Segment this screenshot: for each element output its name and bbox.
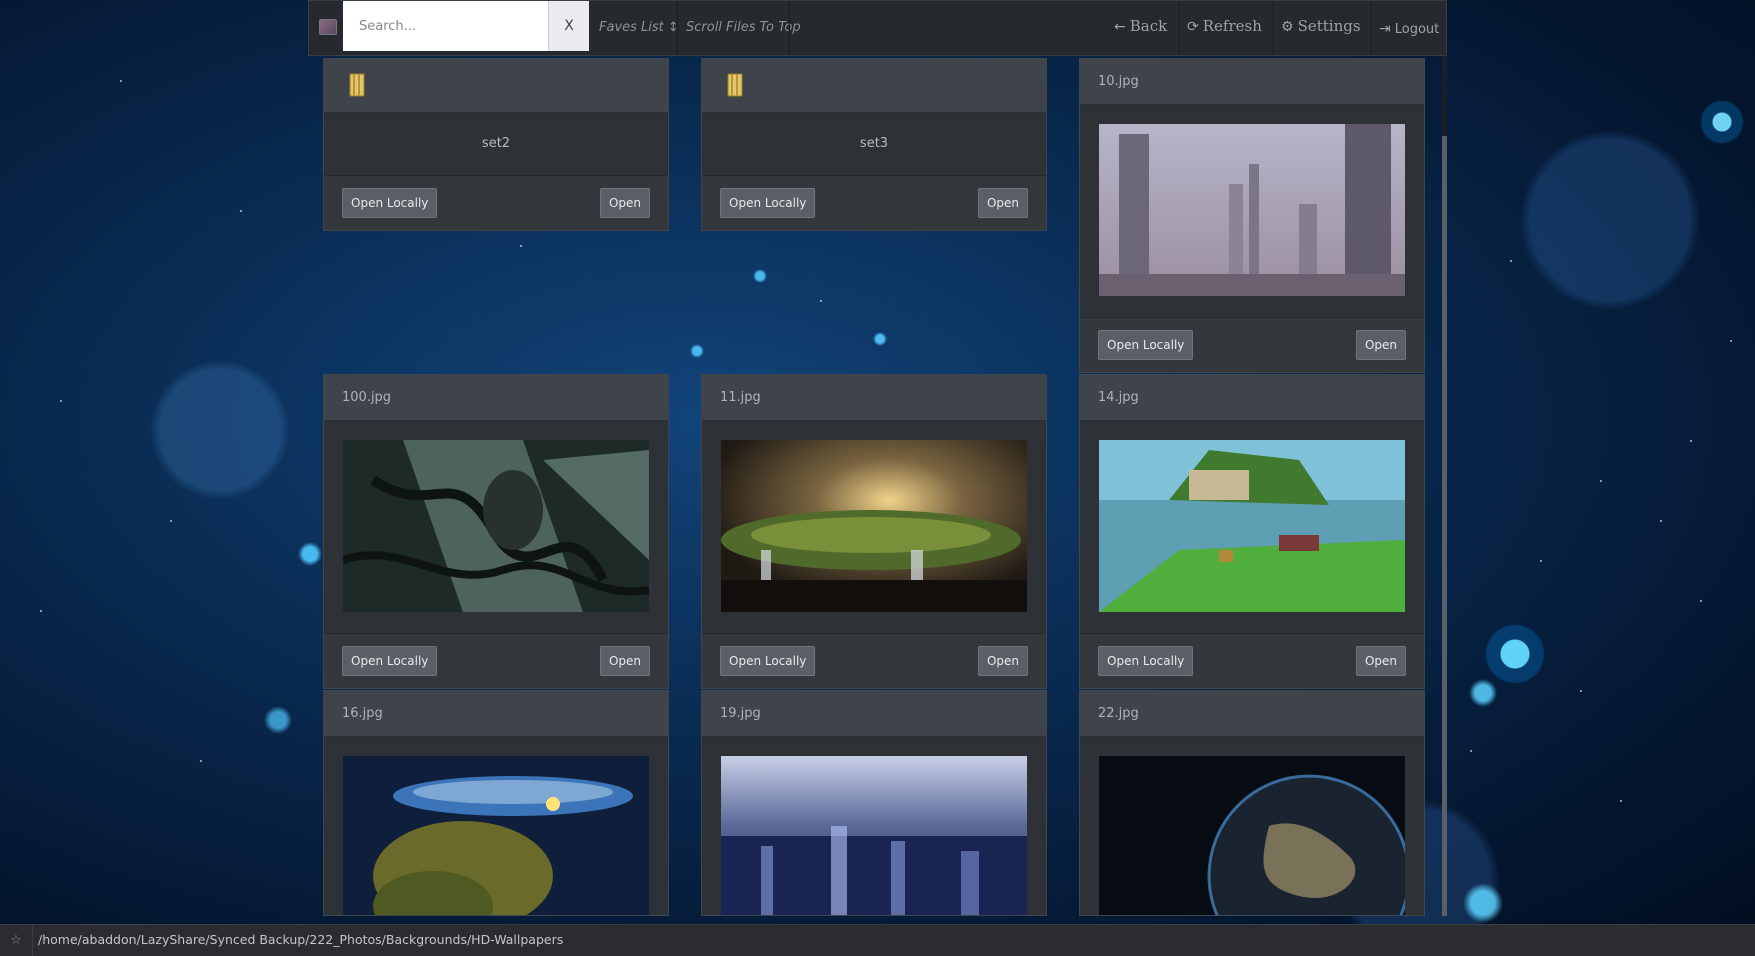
card-header: 16.jpg <box>324 691 668 737</box>
open-locally-button[interactable]: Open Locally <box>720 646 816 676</box>
folder-name: set2 <box>324 113 668 176</box>
thumbnail-image[interactable] <box>1099 440 1405 612</box>
thumbnail-image[interactable] <box>721 756 1027 916</box>
folder-name: set3 <box>702 113 1046 176</box>
card-footer: Open Locally Open <box>1080 318 1424 372</box>
card-header: 22.jpg <box>1080 691 1424 737</box>
status-bar: ☆ /home/abaddon/LazyShare/Synced Backup/… <box>0 924 1755 956</box>
open-button[interactable]: Open <box>599 646 650 676</box>
image-card[interactable]: 11.jpg Open Locally Open <box>701 374 1047 689</box>
app-logo-icon[interactable] <box>319 19 337 35</box>
thumbnail-image[interactable] <box>343 440 649 612</box>
image-card[interactable]: 22.jpg <box>1079 690 1425 916</box>
open-button[interactable]: Open <box>1355 646 1406 676</box>
faves-list-toggle[interactable]: Faves List ↕ <box>599 1 679 55</box>
open-locally-button[interactable]: Open Locally <box>1098 646 1194 676</box>
thumbnail-image[interactable] <box>721 440 1027 612</box>
thumbnail-image[interactable] <box>1099 124 1405 296</box>
current-path: /home/abaddon/LazyShare/Synced Backup/22… <box>38 932 564 947</box>
open-button[interactable]: Open <box>977 646 1028 676</box>
settings-button[interactable]: ⚙ Settings <box>1281 1 1361 51</box>
page-scrollbar[interactable] <box>1442 56 1447 916</box>
open-locally-button[interactable]: Open Locally <box>342 646 438 676</box>
card-body <box>324 421 668 634</box>
arrow-left-icon: ← <box>1114 19 1126 35</box>
card-footer: Open Locally Open <box>1080 634 1424 688</box>
card-header: 10.jpg <box>1080 59 1424 105</box>
open-button[interactable]: Open <box>1355 330 1406 360</box>
scrollbar-thumb[interactable] <box>1442 136 1447 916</box>
refresh-button[interactable]: ⟳ Refresh <box>1187 1 1262 51</box>
nav-divider <box>789 1 790 55</box>
open-locally-button[interactable]: Open Locally <box>1098 330 1194 360</box>
card-header: 14.jpg <box>1080 375 1424 421</box>
open-button[interactable]: Open <box>977 188 1028 218</box>
nav-divider <box>1273 1 1274 55</box>
image-card[interactable]: 10.jpg Open Locally Open <box>1079 58 1425 373</box>
card-footer: Open Locally Open <box>324 634 668 688</box>
open-locally-button[interactable]: Open Locally <box>720 188 816 218</box>
card-body <box>1080 737 1424 916</box>
open-locally-button[interactable]: Open Locally <box>342 188 438 218</box>
logout-button[interactable]: ⇥ Logout <box>1379 4 1439 54</box>
card-footer: Open Locally Open <box>702 176 1046 230</box>
top-navbar: X Faves List ↕ Scroll Files To Top ←Back… <box>308 0 1447 56</box>
image-card[interactable]: 16.jpg <box>323 690 669 916</box>
image-card[interactable]: 14.jpg Open Locally Open <box>1079 374 1425 689</box>
card-footer: Open Locally Open <box>324 176 668 230</box>
search-input[interactable] <box>343 1 548 51</box>
card-header <box>702 59 1046 113</box>
folder-icon <box>727 73 743 97</box>
thumbnail-image[interactable] <box>1099 756 1405 916</box>
card-body <box>1080 421 1424 634</box>
gear-icon: ⚙ <box>1281 19 1294 35</box>
nav-divider <box>1371 1 1372 55</box>
refresh-icon: ⟳ <box>1187 19 1199 35</box>
image-card[interactable]: 19.jpg <box>701 690 1047 916</box>
folder-icon <box>349 73 365 97</box>
scroll-files-to-top-button[interactable]: Scroll Files To Top <box>686 1 801 55</box>
open-button[interactable]: Open <box>599 188 650 218</box>
card-header <box>324 59 668 113</box>
card-body <box>1080 105 1424 318</box>
card-header: 100.jpg <box>324 375 668 421</box>
card-header: 11.jpg <box>702 375 1046 421</box>
card-body <box>702 421 1046 634</box>
back-button[interactable]: ← Back <box>1114 1 1167 51</box>
logout-icon: ⇥ <box>1379 21 1391 37</box>
nav-divider <box>1179 1 1180 55</box>
card-footer: Open Locally Open <box>702 634 1046 688</box>
nav-divider <box>677 1 678 55</box>
image-card[interactable]: 100.jpg Open Locally Open <box>323 374 669 689</box>
card-body <box>702 737 1046 916</box>
star-icon[interactable]: ☆ <box>0 925 33 956</box>
card-body <box>324 737 668 916</box>
folder-card[interactable]: set2 Open Locally Open <box>323 58 669 231</box>
thumbnail-image[interactable] <box>343 756 649 916</box>
folder-card[interactable]: set3 Open Locally Open <box>701 58 1047 231</box>
card-header: 19.jpg <box>702 691 1046 737</box>
search-clear-button[interactable]: X <box>548 1 589 51</box>
